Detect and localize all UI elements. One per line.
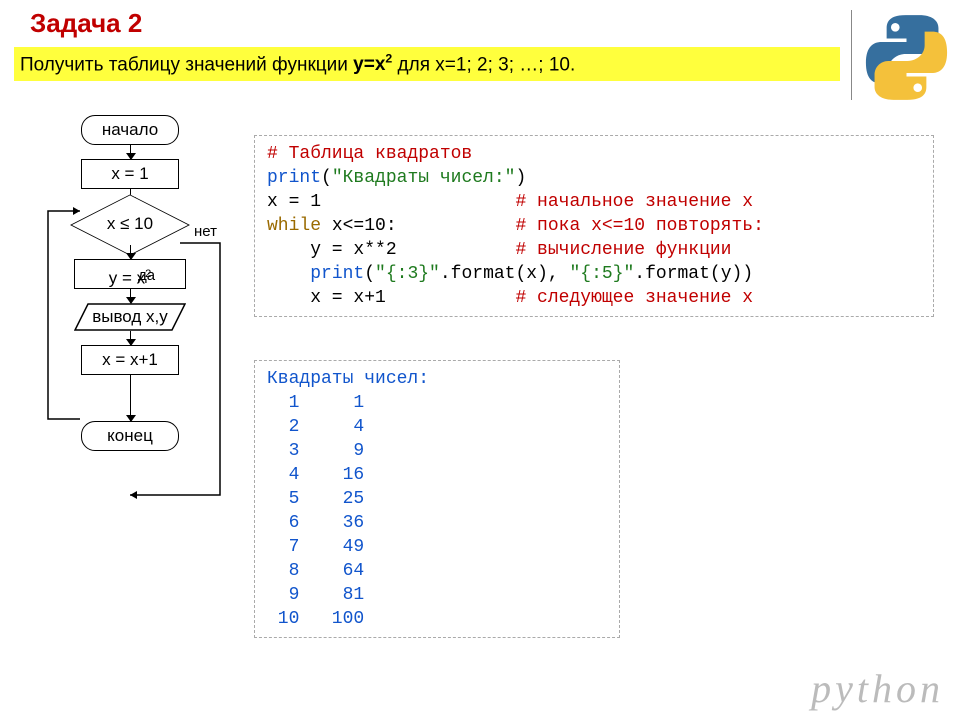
flow-yes-label: да: [138, 267, 155, 284]
flowchart: начало x = 1 x ≤ 10 да нет y = x2 вывод …: [30, 115, 230, 451]
header-divider: [851, 10, 852, 100]
subtitle-text: Получить таблицу значений функции y=x2 д…: [20, 52, 575, 76]
flow-increment: x = x+1: [81, 345, 179, 375]
program-output: Квадраты чисел: 1 1 2 4 3 9 4 16 5 25 6 …: [254, 360, 620, 638]
flow-start: начало: [81, 115, 179, 145]
flow-condition: x ≤ 10: [80, 203, 180, 245]
flow-init: x = 1: [81, 159, 179, 189]
python-footer-logo: python: [811, 665, 944, 712]
flow-no-label: нет: [194, 223, 217, 240]
code-listing: # Таблица квадратов print("Квадраты чисе…: [254, 135, 934, 317]
flow-end: конец: [81, 421, 179, 451]
flow-calc: y = x2: [74, 259, 186, 289]
task-subtitle: Получить таблицу значений функции y=x2 д…: [14, 47, 840, 81]
task-title: Задача 2: [30, 8, 142, 39]
flow-output: вывод x,y: [74, 303, 186, 331]
python-logo-icon: [859, 10, 954, 105]
